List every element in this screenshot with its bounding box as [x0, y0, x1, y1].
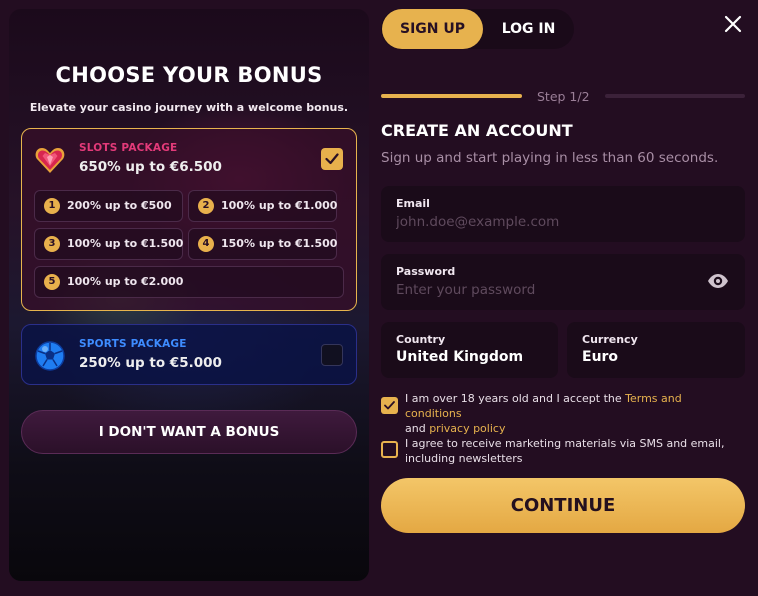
- bonus-panel: CHOOSE YOUR BONUS Elevate your casino jo…: [9, 9, 369, 581]
- sports-package-value: 250% up to €5.000: [79, 355, 222, 371]
- tab-sign-up[interactable]: SIGN UP: [382, 9, 483, 49]
- terms-checkbox[interactable]: [381, 397, 398, 414]
- terms-text-before: I am over 18 years old and I accept the: [405, 392, 626, 405]
- heart-gem-icon: [34, 144, 66, 176]
- currency-label: Currency: [582, 333, 638, 346]
- offer-number: 2: [198, 198, 214, 214]
- password-input[interactable]: [396, 282, 700, 298]
- check-icon: [325, 153, 339, 165]
- step-label: Step 1/2: [537, 89, 590, 104]
- tab-log-in[interactable]: LOG IN: [485, 9, 572, 49]
- slots-package-value: 650% up to €6.500: [79, 159, 222, 175]
- sports-package-card[interactable]: SPORTS PACKAGE 250% up to €5.000: [21, 324, 357, 385]
- offer-number: 1: [44, 198, 60, 214]
- privacy-link[interactable]: privacy policy: [429, 422, 505, 435]
- continue-button[interactable]: CONTINUE: [381, 478, 745, 533]
- close-icon: [724, 15, 742, 33]
- terms-text-mid: and: [405, 422, 430, 435]
- slots-package-card[interactable]: SLOTS PACKAGE 650% up to €6.500 1 200% u…: [21, 128, 357, 311]
- currency-value: Euro: [582, 349, 619, 365]
- sports-package-label: SPORTS PACKAGE: [79, 338, 187, 350]
- marketing-checkbox[interactable]: [381, 441, 398, 458]
- slots-package-label: SLOTS PACKAGE: [79, 142, 178, 154]
- country-label: Country: [396, 333, 446, 346]
- create-account-title: CREATE AN ACCOUNT: [381, 121, 573, 140]
- currency-select[interactable]: Currency Euro: [567, 322, 745, 378]
- slots-offer-4: 4 150% up to €1.500: [188, 228, 337, 260]
- password-label: Password: [396, 265, 456, 278]
- auth-tabs: SIGN UP LOG IN: [381, 9, 574, 49]
- close-button[interactable]: [724, 15, 742, 33]
- email-label: Email: [396, 197, 430, 210]
- offer-text: 100% up to €1.500: [67, 237, 184, 250]
- email-field: Email: [381, 186, 745, 242]
- offer-text: 150% up to €1.500: [221, 237, 338, 250]
- no-bonus-button[interactable]: I DON'T WANT A BONUS: [21, 410, 357, 454]
- soccer-ball-icon: [34, 340, 66, 372]
- offer-text: 100% up to €2.000: [67, 275, 184, 288]
- marketing-text: I agree to receive marketing materials v…: [405, 437, 725, 465]
- slots-offer-5: 5 100% up to €2.000: [34, 266, 344, 298]
- offer-number: 3: [44, 236, 60, 252]
- check-icon: [384, 401, 395, 410]
- bonus-title: CHOOSE YOUR BONUS: [55, 63, 323, 87]
- slots-offer-1: 1 200% up to €500: [34, 190, 183, 222]
- sports-package-checkbox[interactable]: [321, 344, 343, 366]
- bonus-subtitle: Elevate your casino journey with a welco…: [29, 101, 349, 114]
- password-field: Password: [381, 254, 745, 310]
- country-select[interactable]: Country United Kingdom: [381, 322, 558, 378]
- step-progress-filled: [381, 94, 522, 98]
- step-progress-empty: [605, 94, 745, 98]
- offer-text: 100% up to €1.000: [221, 199, 338, 212]
- slots-offer-3: 3 100% up to €1.500: [34, 228, 183, 260]
- offer-number: 4: [198, 236, 214, 252]
- terms-text: I am over 18 years old and I accept the …: [405, 391, 735, 436]
- offer-text: 200% up to €500: [67, 199, 172, 212]
- create-account-subtitle: Sign up and start playing in less than 6…: [381, 150, 719, 166]
- slots-offer-2: 2 100% up to €1.000: [188, 190, 337, 222]
- email-input[interactable]: [396, 214, 700, 230]
- eye-icon[interactable]: [707, 273, 729, 293]
- country-value: United Kingdom: [396, 349, 524, 365]
- offer-number: 5: [44, 274, 60, 290]
- slots-package-checkbox[interactable]: [321, 148, 343, 170]
